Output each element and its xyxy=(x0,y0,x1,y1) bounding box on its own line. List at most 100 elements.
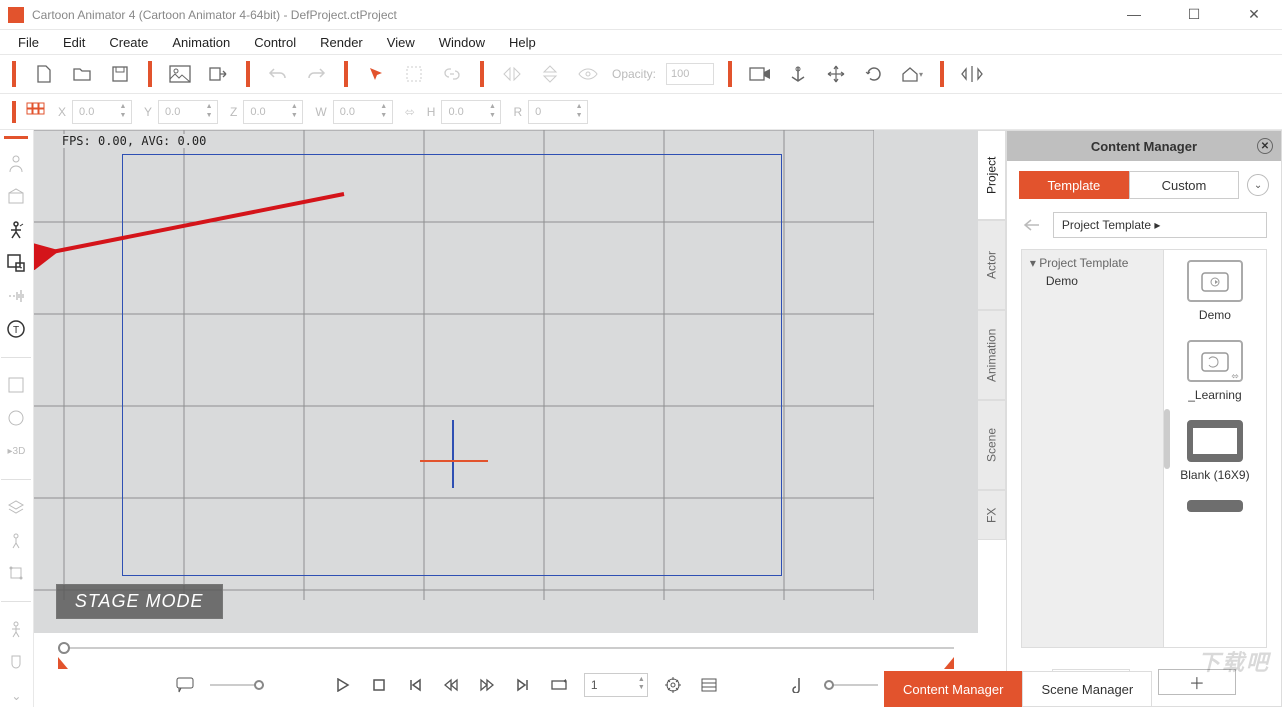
coord-link-icon[interactable]: ⬄ xyxy=(405,105,415,119)
camera-record-button[interactable] xyxy=(746,60,774,88)
menu-control[interactable]: Control xyxy=(244,33,306,52)
comment-icon[interactable] xyxy=(174,674,196,696)
opacity-input[interactable]: 100 xyxy=(666,63,714,85)
speech-slider[interactable] xyxy=(210,684,264,686)
region-tool-button[interactable] xyxy=(400,60,428,88)
menu-edit[interactable]: Edit xyxy=(53,33,95,52)
tab-scene-manager[interactable]: Scene Manager xyxy=(1022,671,1152,707)
stop-button[interactable] xyxy=(368,674,390,696)
timeline-panel-icon[interactable] xyxy=(698,674,720,696)
loop-button[interactable] xyxy=(548,674,570,696)
timeline-end-marker[interactable] xyxy=(944,657,954,669)
layer-tool-icon[interactable] xyxy=(3,496,29,519)
canvas[interactable]: FPS: 0.00, AVG: 0.00 STAGE MODE xyxy=(34,130,978,633)
menu-view[interactable]: View xyxy=(377,33,425,52)
new-project-button[interactable] xyxy=(30,60,58,88)
close-button[interactable]: ✕ xyxy=(1234,6,1274,23)
coord-y-input[interactable]: 0.0▲▼ xyxy=(158,100,218,124)
grid-icon[interactable] xyxy=(26,102,46,122)
settings-icon[interactable] xyxy=(662,674,684,696)
menu-render[interactable]: Render xyxy=(310,33,373,52)
next-frame-button[interactable] xyxy=(476,674,498,696)
tree-header[interactable]: ▾ Project Template xyxy=(1030,256,1155,270)
vtab-fx[interactable]: FX xyxy=(978,490,1006,540)
thumb-partial[interactable] xyxy=(1174,500,1256,512)
tab-content-manager[interactable]: Content Manager xyxy=(884,671,1022,707)
motion-tool-icon[interactable] xyxy=(3,374,29,397)
actor-tool-icon[interactable] xyxy=(3,153,29,176)
zoom-knob[interactable] xyxy=(58,642,70,654)
sprite-editor-icon[interactable] xyxy=(3,252,29,275)
vtab-actor[interactable]: Actor xyxy=(978,220,1006,310)
breadcrumb-path[interactable]: Project Template ▸ xyxy=(1053,212,1267,238)
goto-start-button[interactable] xyxy=(404,674,426,696)
timeline-start-marker[interactable] xyxy=(58,657,68,669)
thumb-blank[interactable]: Blank (16X9) xyxy=(1174,420,1256,482)
menu-animation[interactable]: Animation xyxy=(162,33,240,52)
timeline-tool-icon[interactable]: T xyxy=(3,318,29,341)
face-tool-icon[interactable] xyxy=(3,407,29,430)
goto-end-button[interactable] xyxy=(512,674,534,696)
link-tool-button[interactable] xyxy=(438,60,466,88)
look-at-button[interactable] xyxy=(574,60,602,88)
vtab-scene[interactable]: Scene xyxy=(978,400,1006,490)
expand-icon[interactable]: ⌄ xyxy=(3,684,29,707)
frame-input[interactable]: 1▲▼ xyxy=(584,673,648,697)
flip-v-button[interactable] xyxy=(536,60,564,88)
coord-r-input[interactable]: 0▲▼ xyxy=(528,100,588,124)
opacity-value: 100 xyxy=(671,68,689,80)
menu-window[interactable]: Window xyxy=(429,33,495,52)
zoom-slider[interactable] xyxy=(58,647,954,649)
vtab-project[interactable]: Project xyxy=(978,130,1006,220)
project-icon xyxy=(1187,500,1243,512)
export-button[interactable] xyxy=(204,60,232,88)
3d-tool-icon[interactable]: ▸3D xyxy=(3,440,29,463)
flip-h-button[interactable] xyxy=(498,60,526,88)
content-browser: ▾ Project Template Demo Demo ⬄ _Learning xyxy=(1021,249,1267,648)
volume-slider[interactable] xyxy=(824,684,878,686)
undo-button[interactable] xyxy=(264,60,292,88)
more-options-icon[interactable]: ⌄ xyxy=(1247,174,1269,196)
home-camera-button[interactable] xyxy=(784,60,812,88)
panel-close-icon[interactable]: ✕ xyxy=(1257,138,1273,154)
play-button[interactable] xyxy=(332,674,354,696)
props-tool-icon[interactable] xyxy=(3,186,29,209)
panel-title: Content Manager xyxy=(1091,139,1197,154)
coord-z-input[interactable]: 0.0▲▼ xyxy=(243,100,303,124)
bone-tool-icon[interactable] xyxy=(3,219,29,242)
audio-tool-icon[interactable] xyxy=(3,285,29,308)
thumb-learning[interactable]: ⬄ _Learning xyxy=(1174,340,1256,402)
menu-create[interactable]: Create xyxy=(99,33,158,52)
toolbar-separator xyxy=(12,101,16,123)
head-tool-icon[interactable] xyxy=(3,651,29,674)
puppet-tool-icon[interactable] xyxy=(3,529,29,552)
select-tool-button[interactable] xyxy=(362,60,390,88)
thumb-demo[interactable]: Demo xyxy=(1174,260,1256,322)
save-project-button[interactable] xyxy=(106,60,134,88)
render-image-button[interactable] xyxy=(166,60,194,88)
zoom-home-button[interactable]: ▾ xyxy=(898,60,926,88)
minimize-button[interactable]: — xyxy=(1114,6,1154,23)
coord-w-input[interactable]: 0.0▲▼ xyxy=(333,100,393,124)
scrollbar[interactable] xyxy=(1164,409,1170,469)
menu-help[interactable]: Help xyxy=(499,33,546,52)
vtab-animation[interactable]: Animation xyxy=(978,310,1006,400)
redo-button[interactable] xyxy=(302,60,330,88)
pose-tool-icon[interactable] xyxy=(3,618,29,641)
audio-icon[interactable] xyxy=(788,674,810,696)
flip-view-button[interactable] xyxy=(958,60,986,88)
menu-file[interactable]: File xyxy=(8,33,49,52)
toolbar-separator xyxy=(12,61,16,87)
tab-custom[interactable]: Custom xyxy=(1129,171,1239,199)
transform-tool-icon[interactable] xyxy=(3,562,29,585)
tab-template[interactable]: Template xyxy=(1019,171,1129,199)
back-icon[interactable] xyxy=(1021,214,1043,236)
prev-frame-button[interactable] xyxy=(440,674,462,696)
pan-button[interactable] xyxy=(822,60,850,88)
open-project-button[interactable] xyxy=(68,60,96,88)
coord-h-input[interactable]: 0.0▲▼ xyxy=(441,100,501,124)
coord-x-input[interactable]: 0.0▲▼ xyxy=(72,100,132,124)
rotate-button[interactable] xyxy=(860,60,888,88)
maximize-button[interactable]: ☐ xyxy=(1174,6,1214,23)
tree-item-demo[interactable]: Demo xyxy=(1030,270,1155,288)
